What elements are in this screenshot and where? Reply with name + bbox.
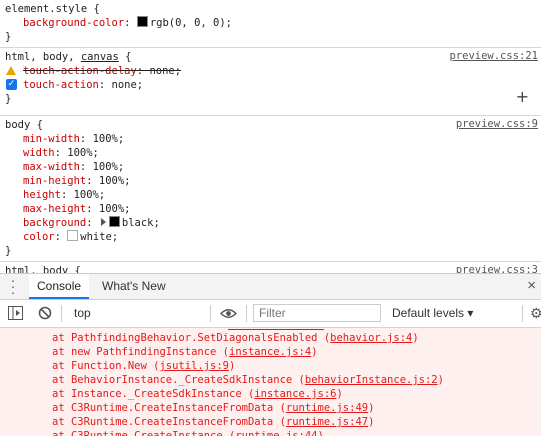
tab-console[interactable]: Console <box>29 274 90 299</box>
declaration[interactable]: min-width: 100%; <box>5 132 541 146</box>
body-rule: body { preview.css:9 min-width: 100%; wid… <box>0 116 541 262</box>
source-link[interactable]: behavior.js:4 <box>330 332 412 344</box>
property-value[interactable]: 100%; <box>93 133 125 145</box>
property-value[interactable]: 100%; <box>99 203 131 215</box>
property-name: max-width <box>23 161 80 173</box>
stack-trace-line: at PathfindingBehavior.SetDiagonalsEnabl… <box>52 332 419 344</box>
property-value[interactable]: 100%; <box>99 175 131 187</box>
property-name: min-width <box>23 133 80 145</box>
property-name: height <box>23 189 61 201</box>
stack-trace-line: at C3Runtime.CreateInstanceFromData (run… <box>52 402 375 414</box>
color-swatch[interactable] <box>108 216 120 227</box>
styles-pane: element.style { background-color: rgb(0,… <box>0 0 541 273</box>
tab-whats-new[interactable]: What's New <box>94 274 174 299</box>
property-value[interactable]: 100%; <box>93 161 125 173</box>
eye-icon[interactable] <box>220 308 237 319</box>
stack-trace-line: at Function.New (jsutil.js:9) <box>52 360 236 372</box>
declaration[interactable]: height: 100%; <box>5 188 541 202</box>
context-selector[interactable]: top <box>66 300 208 327</box>
stack-trace-line: at Instance._CreateSdkInstance (instance… <box>52 388 343 400</box>
rule-close: } <box>5 245 12 257</box>
source-link[interactable]: instance.js:4 <box>229 346 311 358</box>
element-style-rule: element.style { background-color: rgb(0,… <box>0 0 541 48</box>
console-drawer: ··· Console What's New × top Default lev… <box>0 273 541 436</box>
source-link[interactable]: runtime.js:44 <box>235 430 317 436</box>
property-name: color <box>23 231 55 243</box>
console-log-area: at PathfindingBehavior.SetDiagonalsEnabl… <box>0 327 541 436</box>
stack-trace-line: at C3Runtime.CreateInstance (runtime.js:… <box>0 429 541 436</box>
gear-icon[interactable]: ⚙ <box>530 305 541 322</box>
property-value[interactable]: white; <box>80 231 118 243</box>
source-link[interactable]: behaviorInstance.js:2 <box>305 374 438 386</box>
source-link[interactable]: instance.js:6 <box>254 388 336 400</box>
property-value[interactable]: none; <box>149 65 181 77</box>
rule-close: } <box>5 31 12 43</box>
add-property-icon[interactable]: + <box>516 87 529 106</box>
declaration[interactable]: min-height: 100%; <box>5 174 541 188</box>
property-name: touch-action-delay <box>23 65 137 77</box>
color-swatch[interactable] <box>67 230 79 241</box>
source-link[interactable]: jsutil.js:9 <box>159 360 229 372</box>
clear-console-icon[interactable] <box>38 306 52 320</box>
source-link[interactable]: preview.css:9 <box>456 118 538 130</box>
property-name: background-color <box>23 17 125 29</box>
property-name: background <box>23 217 87 229</box>
property-value[interactable]: rgb(0, 0, 0); <box>150 17 232 29</box>
property-name: max-height <box>23 203 87 215</box>
property-name: width <box>23 147 55 159</box>
stack-trace-line: at BehaviorInstance._CreateSdkInstance (… <box>52 374 444 386</box>
declaration[interactable]: max-width: 100%; <box>5 160 541 174</box>
stack-trace-line: at new PathfindingInstance (instance.js:… <box>52 346 318 358</box>
source-link[interactable]: preview.css:3 <box>456 264 538 273</box>
selector: element.style { <box>5 3 100 15</box>
property-name: min-height <box>23 175 87 187</box>
log-levels-dropdown[interactable]: Default levels ▾ <box>392 300 473 327</box>
declaration[interactable]: background: black; <box>5 216 541 230</box>
source-link[interactable]: runtime.js:49 <box>286 402 368 414</box>
expand-triangle-icon[interactable] <box>100 218 106 226</box>
declaration[interactable]: ✓ touch-action: none; <box>5 78 541 92</box>
declaration[interactable]: max-height: 100%; <box>5 202 541 216</box>
console-toolbar: top Default levels ▾ ⚙ <box>0 300 541 328</box>
context-value: top <box>74 306 91 320</box>
rule-close: } <box>5 93 12 105</box>
property-value[interactable]: none; <box>112 79 144 91</box>
sidebar-toggle-icon[interactable] <box>8 306 23 320</box>
more-menu-icon[interactable]: · · · <box>8 273 18 299</box>
warning-icon <box>6 66 16 75</box>
property-value[interactable]: black; <box>122 217 160 229</box>
declaration[interactable]: color: white; <box>5 230 541 244</box>
color-swatch[interactable] <box>136 16 148 27</box>
declaration[interactable]: width: 100%; <box>5 146 541 160</box>
property-value[interactable]: 100%; <box>67 147 99 159</box>
html-body-canvas-rule: html, body, canvas { preview.css:21 touc… <box>0 48 541 116</box>
filter-input[interactable] <box>253 304 381 322</box>
declaration[interactable]: touch-action-delay: none; <box>5 64 541 78</box>
property-name: touch-action <box>23 79 99 91</box>
source-link[interactable]: runtime.js:47 <box>286 416 368 428</box>
source-link[interactable]: preview.css:21 <box>449 50 538 62</box>
drawer-tabbar: · · · Console What's New × <box>0 273 541 300</box>
stack-trace-line: at C3Runtime.CreateInstanceFromData (run… <box>52 416 375 428</box>
checkbox-icon[interactable]: ✓ <box>6 79 17 90</box>
property-value[interactable]: 100%; <box>74 189 106 201</box>
close-drawer-icon[interactable]: × <box>527 277 536 294</box>
partial-rule: html, body { preview.css:3 <box>0 262 541 273</box>
truncated-link-underline <box>228 328 324 330</box>
declaration[interactable]: background-color: rgb(0, 0, 0); <box>5 16 541 30</box>
